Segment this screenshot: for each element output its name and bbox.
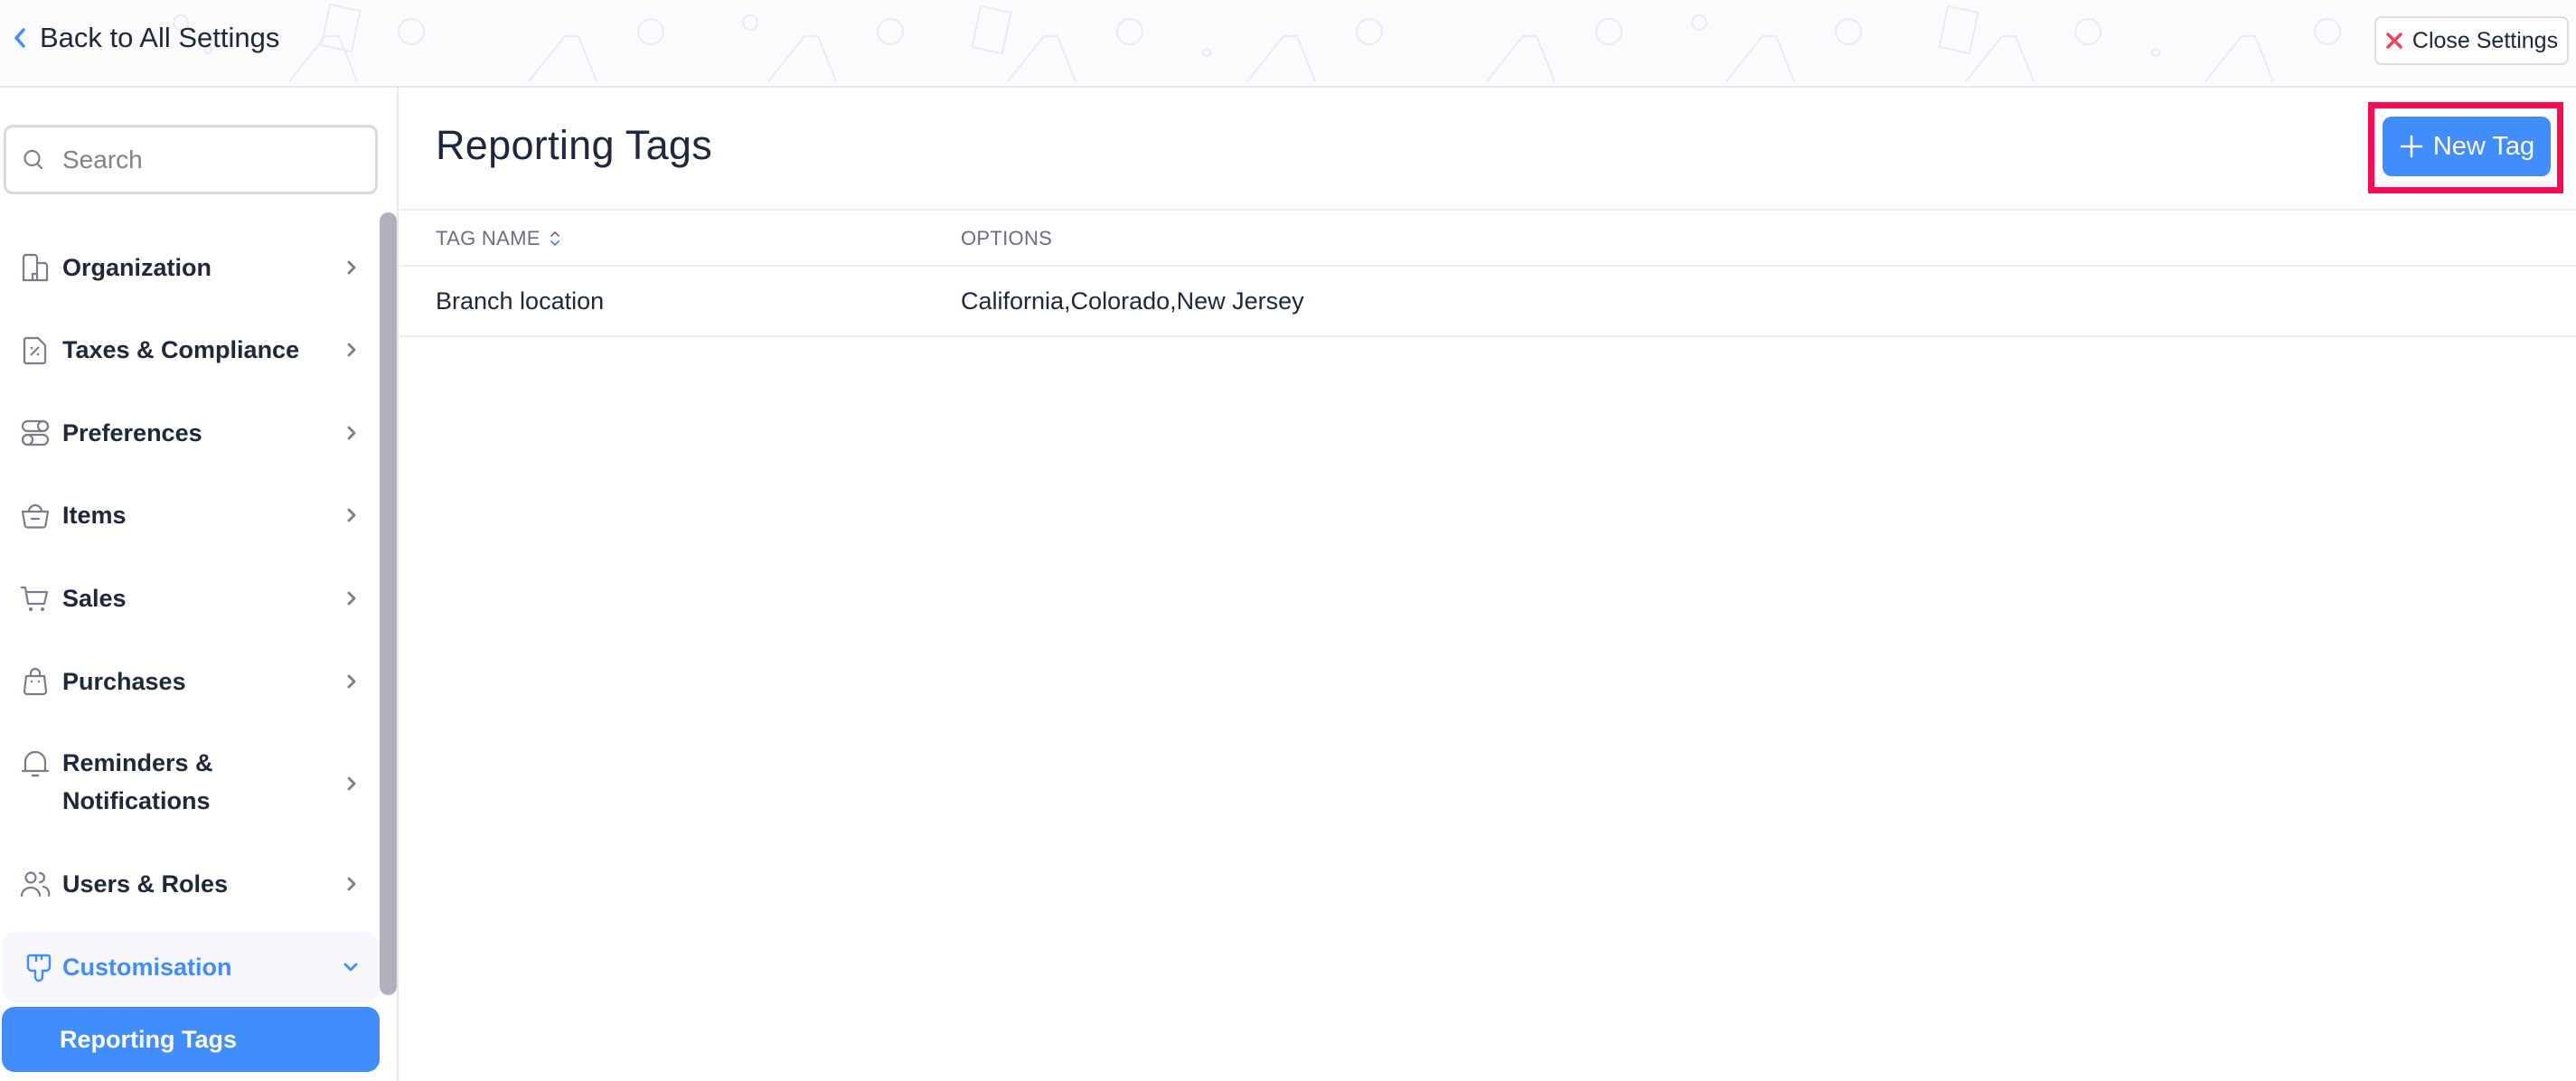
sidebar-item-label: Organization (62, 254, 212, 281)
chevron-right-icon (347, 426, 356, 440)
sidebar-item-label: Taxes & Compliance (62, 336, 300, 363)
chevron-left-icon (14, 28, 25, 48)
back-to-all-settings-link[interactable]: Back to All Settings (13, 18, 279, 58)
chevron-right-icon (347, 776, 356, 791)
chevron-right-icon (347, 508, 356, 522)
sidebar-item-label: Sales (62, 585, 127, 612)
page-title: Reporting Tags (436, 122, 713, 168)
sidebar-search-input[interactable] (62, 145, 352, 174)
chevron-right-icon (347, 877, 356, 891)
sidebar-subitem-label: Reporting Tags (60, 1025, 238, 1053)
sidebar-scrollbar[interactable] (380, 212, 397, 995)
sidebar-item-reminders-notifications[interactable]: Reminders & Notifications (4, 738, 376, 829)
sidebar-item-label: Purchases (62, 668, 186, 695)
sidebar-item-preferences[interactable]: Preferences (4, 410, 376, 456)
building-icon (22, 253, 49, 282)
column-header-label: OPTIONS (961, 227, 1053, 249)
sidebar-item-users-roles[interactable]: Users & Roles (4, 861, 376, 907)
close-icon (2386, 33, 2402, 49)
sidebar-item-items[interactable]: Items (4, 493, 376, 538)
sidebar-item-customisation[interactable]: Customisation (2, 931, 380, 1003)
toggles-icon (21, 419, 50, 446)
back-link-label: Back to All Settings (40, 22, 280, 53)
sidebar-item-label: Users & Roles (62, 870, 229, 898)
new-tag-button[interactable]: New Tag (2383, 117, 2551, 176)
sidebar-search[interactable] (4, 125, 378, 194)
sidebar-item-sales[interactable]: Sales (4, 576, 376, 621)
table-header: TAG NAME OPTIONS (400, 209, 2576, 267)
plus-icon (2400, 135, 2423, 158)
paint-brush-icon (26, 954, 52, 982)
sidebar-item-label: Items (62, 502, 127, 529)
column-header-label: TAG NAME (436, 227, 541, 249)
tax-document-icon (23, 336, 47, 365)
chevron-right-icon (347, 260, 356, 275)
reporting-tags-table: TAG NAME OPTIONS Branch location Califor… (400, 209, 2576, 337)
cell-tag-name[interactable]: Branch location (436, 267, 604, 335)
basket-icon (21, 503, 50, 529)
new-tag-label: New Tag (2432, 131, 2535, 161)
bell-icon (21, 750, 50, 777)
cart-icon (20, 586, 49, 611)
sidebar-item-organization[interactable]: Organization (4, 245, 376, 290)
settings-sidebar: Organization Taxes & Compliance Preferen… (0, 88, 399, 1081)
close-settings-label: Close Settings (2411, 27, 2559, 53)
sidebar-item-taxes-compliance[interactable]: Taxes & Compliance (4, 327, 376, 372)
sidebar-item-label: Customisation (62, 954, 232, 981)
search-icon (24, 149, 43, 169)
chevron-right-icon (347, 674, 356, 689)
column-header-tag-name[interactable]: TAG NAME (436, 211, 560, 267)
table-row[interactable]: Branch location California,Colorado,New … (400, 267, 2576, 337)
chevron-right-icon (347, 343, 356, 357)
column-header-options: OPTIONS (961, 211, 1052, 267)
close-settings-button[interactable]: Close Settings (2374, 16, 2569, 65)
chevron-down-icon (343, 963, 358, 972)
sort-icon (550, 231, 559, 246)
cell-options: California,Colorado,New Jersey (961, 287, 1304, 315)
sidebar-item-label-line1: Reminders & (62, 749, 213, 776)
settings-header: Back to All Settings Close Settings (0, 0, 2576, 88)
shopping-bag-icon (23, 667, 48, 696)
chevron-right-icon (347, 591, 356, 606)
header-background-pattern (173, 3, 2341, 82)
sidebar-item-purchases[interactable]: Purchases (4, 659, 376, 704)
users-icon (20, 871, 51, 898)
sidebar-item-label: Preferences (62, 419, 202, 446)
sidebar-item-label-line2: Notifications (62, 787, 211, 814)
main-content: Reporting Tags New Tag TAG NAME OPTIONS … (400, 88, 2576, 1081)
sidebar-subitem-reporting-tags[interactable]: Reporting Tags (2, 1007, 380, 1072)
